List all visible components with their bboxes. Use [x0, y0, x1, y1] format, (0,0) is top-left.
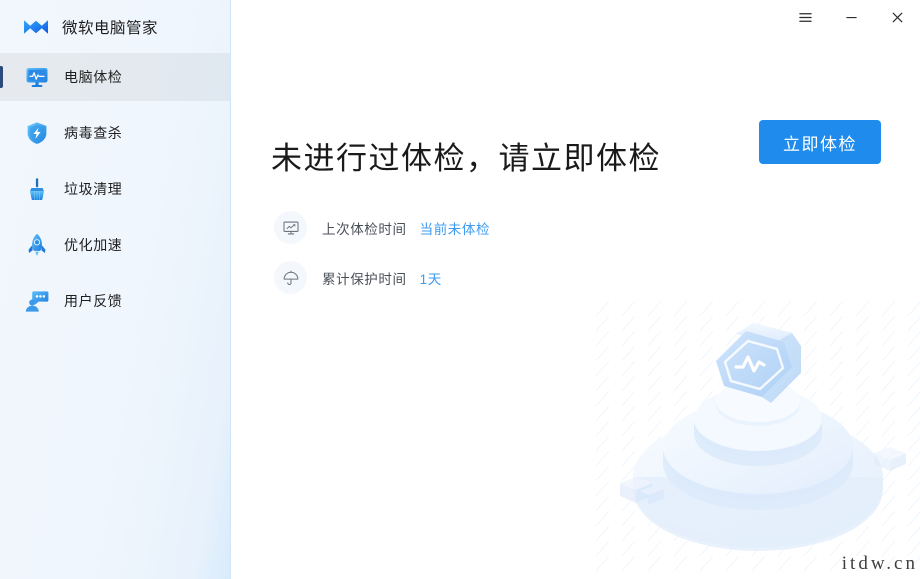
sidebar-item-user-feedback[interactable]: 用户反馈	[0, 277, 230, 325]
sidebar-item-pc-checkup[interactable]: 电脑体检	[0, 53, 230, 101]
info-row-protection-duration: 累计保护时间 1天	[274, 261, 490, 294]
monitor-pulse-icon	[24, 64, 50, 90]
feedback-chat-icon	[24, 288, 50, 314]
main-content: 未进行过体检，请立即体检 立即体检 上次体检时间 当前未体检 累计保护时间 1天…	[231, 0, 920, 579]
info-label: 累计保护时间	[322, 271, 407, 287]
monitor-chart-icon	[274, 211, 307, 244]
status-info-list: 上次体检时间 当前未体检 累计保护时间 1天	[274, 211, 490, 311]
sidebar-item-label: 电脑体检	[64, 69, 123, 85]
sidebar-item-label: 用户反馈	[64, 293, 123, 309]
hexagon-pulse-pedestal-illustration	[596, 301, 920, 571]
minimize-icon[interactable]	[828, 0, 874, 34]
info-value: 当前未体检	[419, 221, 491, 237]
hamburger-menu-icon[interactable]	[782, 0, 828, 34]
pc-manager-window: 微软电脑管家 电脑体检 病毒查杀 垃圾清理 优化加速 用户反馈 未进行过体检，请…	[0, 0, 920, 579]
pcmanager-logo-icon	[21, 12, 51, 42]
umbrella-icon	[274, 261, 307, 294]
sidebar-item-label: 优化加速	[64, 237, 123, 253]
brand-title: 微软电脑管家	[62, 19, 159, 37]
info-row-last-checkup: 上次体检时间 当前未体检	[274, 211, 490, 244]
shield-bolt-icon	[24, 120, 50, 146]
watermark: itdw.cn	[841, 553, 918, 574]
info-label: 上次体检时间	[322, 221, 407, 237]
sidebar: 微软电脑管家 电脑体检 病毒查杀 垃圾清理 优化加速 用户反馈	[0, 0, 231, 579]
sidebar-item-junk-cleanup[interactable]: 垃圾清理	[0, 165, 230, 213]
sidebar-nav: 电脑体检 病毒查杀 垃圾清理 优化加速 用户反馈	[0, 53, 230, 325]
sidebar-item-label: 垃圾清理	[64, 181, 123, 197]
sidebar-item-label: 病毒查杀	[64, 125, 123, 141]
close-icon[interactable]	[874, 0, 920, 34]
sidebar-item-virus-scan[interactable]: 病毒查杀	[0, 109, 230, 157]
brand: 微软电脑管家	[0, 0, 230, 53]
info-value: 1天	[419, 271, 442, 287]
window-controls	[782, 0, 920, 34]
sidebar-item-optimize-speedup[interactable]: 优化加速	[0, 221, 230, 269]
broom-icon	[24, 176, 50, 202]
start-checkup-button[interactable]: 立即体检	[759, 120, 881, 164]
page-title: 未进行过体检，请立即体检	[271, 140, 661, 176]
rocket-icon	[24, 232, 50, 258]
